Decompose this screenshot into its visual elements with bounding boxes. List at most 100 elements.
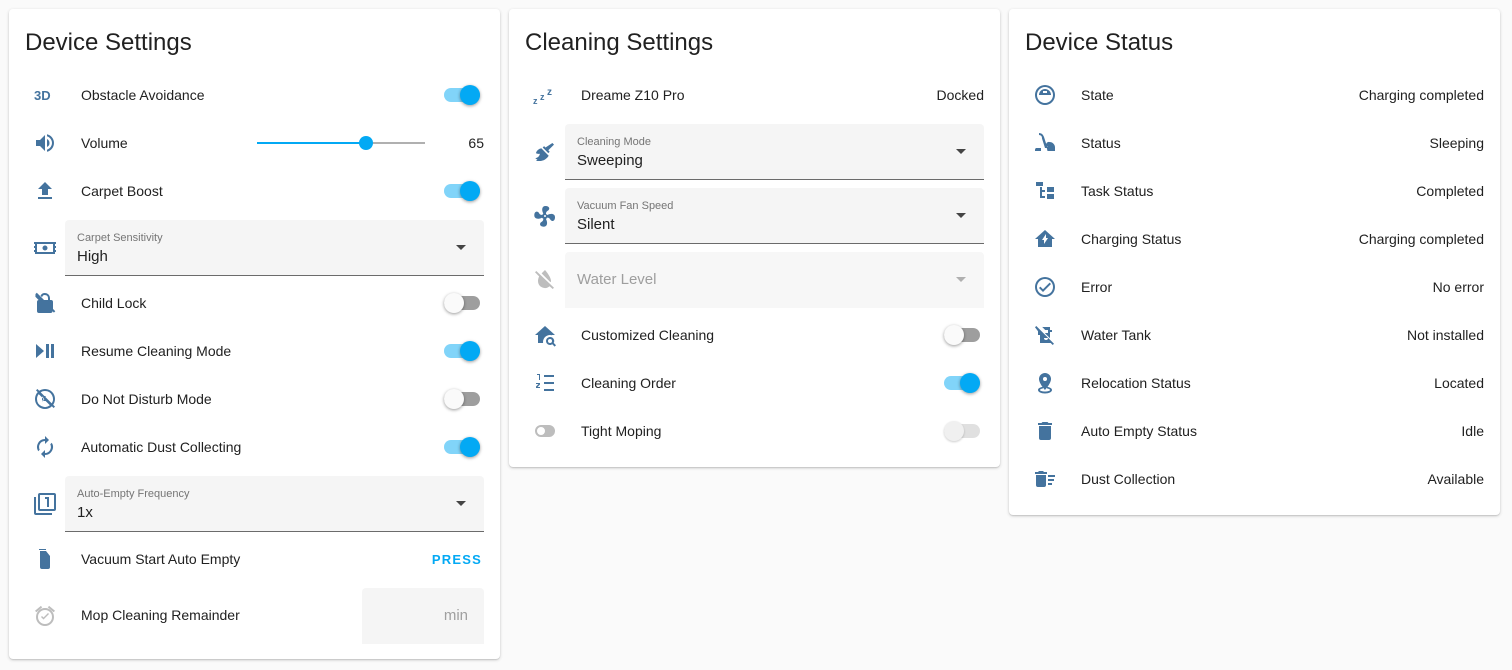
alarm-check-icon: [33, 604, 57, 628]
svg-text:z: z: [533, 96, 538, 106]
chevron-down-icon: [956, 213, 966, 218]
press-button[interactable]: PRESS: [432, 552, 482, 567]
status-row[interactable]: Water Tank Not installed: [1009, 311, 1500, 359]
child-lock-toggle[interactable]: [444, 293, 480, 313]
fan-speed-select[interactable]: Vacuum Fan Speed Silent: [565, 188, 984, 244]
auto-empty-frequency-field-label: Auto-Empty Frequency: [77, 488, 190, 500]
obstacle-avoidance-row: 3D Obstacle Avoidance: [9, 71, 500, 119]
file-tree-icon: [1033, 179, 1057, 203]
do-not-disturb-label: Do Not Disturb Mode: [81, 391, 212, 407]
device-settings-card: Device Settings 3D Obstacle Avoidance Vo…: [9, 9, 500, 659]
chevron-down-icon: [956, 277, 966, 282]
volume-icon: [33, 131, 57, 155]
status-value: Sleeping: [1429, 135, 1485, 151]
vacuum-cleaner-icon: [1033, 131, 1057, 155]
status-label: Dust Collection: [1081, 471, 1176, 487]
mop-cleaning-remainder-label: Mop Cleaning Remainder: [81, 607, 240, 623]
check-circle-icon: [1033, 275, 1057, 299]
status-label: Relocation Status: [1081, 375, 1191, 391]
upload-icon: [33, 179, 57, 203]
do-not-disturb-row: Do Not Disturb Mode: [9, 375, 500, 423]
auto-dust-toggle[interactable]: [444, 437, 480, 457]
fan-icon: [533, 204, 557, 228]
status-label: State: [1081, 87, 1114, 103]
tight-moping-row: Tight Moping: [509, 407, 1000, 455]
cleaning-settings-card: Cleaning Settings zzz Dreame Z10 Pro Doc…: [509, 9, 1000, 467]
fan-speed-row: Vacuum Fan Speed Silent: [509, 188, 1000, 244]
water-level-row: Water Level: [509, 252, 1000, 308]
robot-vacuum-icon: [1033, 83, 1057, 107]
device-name-label: Dreame Z10 Pro: [581, 87, 685, 103]
volume-slider[interactable]: [257, 136, 425, 150]
mop-cleaning-remainder-input[interactable]: min: [362, 588, 484, 644]
water-off-icon: [533, 268, 557, 292]
status-value: Located: [1434, 375, 1484, 391]
resume-cleaning-row: Resume Cleaning Mode: [9, 327, 500, 375]
chevron-down-icon: [456, 245, 466, 250]
status-value: Idle: [1461, 423, 1484, 439]
delete-icon: [1033, 419, 1057, 443]
child-lock-label: Child Lock: [81, 295, 147, 311]
auto-empty-frequency-select[interactable]: Auto-Empty Frequency 1x: [65, 476, 484, 532]
water-level-select: Water Level: [565, 252, 984, 308]
svg-text:3D: 3D: [34, 88, 51, 103]
carpet-boost-toggle[interactable]: [444, 181, 480, 201]
resume-cleaning-label: Resume Cleaning Mode: [81, 343, 232, 359]
status-label: Status: [1081, 135, 1121, 151]
status-value: Charging completed: [1358, 87, 1484, 103]
device-status-card: Device Status State Charging completed S…: [1009, 9, 1500, 515]
status-label: Auto Empty Status: [1081, 423, 1197, 439]
toggle-switch-icon: [533, 419, 557, 443]
minutes-suffix: min: [443, 607, 468, 624]
carpet-boost-label: Carpet Boost: [81, 183, 163, 199]
sleep-off-icon: [33, 387, 57, 411]
sleep-icon: zzz: [533, 83, 557, 107]
auto-dust-row: Automatic Dust Collecting: [9, 423, 500, 471]
order-numeric-icon: [533, 371, 557, 395]
cleaning-mode-select[interactable]: Cleaning Mode Sweeping: [565, 124, 984, 180]
status-label: Charging Status: [1081, 231, 1182, 247]
status-label: Error: [1081, 279, 1113, 295]
customized-cleaning-toggle[interactable]: [944, 325, 980, 345]
water-level-placeholder: Water Level: [577, 271, 657, 288]
status-value: Not installed: [1406, 327, 1484, 343]
obstacle-avoidance-toggle[interactable]: [444, 85, 480, 105]
carpet-sensitivity-field-label: Carpet Sensitivity: [77, 232, 163, 244]
cleaning-mode-field-label: Cleaning Mode: [577, 136, 651, 148]
auto-dust-label: Automatic Dust Collecting: [81, 439, 242, 455]
status-row[interactable]: State Charging completed: [1009, 71, 1500, 119]
cleaning-order-toggle[interactable]: [944, 373, 980, 393]
carpet-sensitivity-select[interactable]: Carpet Sensitivity High: [65, 220, 484, 276]
status-row[interactable]: Status Sleeping: [1009, 119, 1500, 167]
status-row[interactable]: Dust Collection Available: [1009, 455, 1500, 503]
status-label: Task Status: [1081, 183, 1154, 199]
volume-value: 65: [468, 135, 484, 151]
obstacle-avoidance-label: Obstacle Avoidance: [81, 87, 205, 103]
card-title: Device Settings: [25, 29, 192, 56]
mop-cleaning-remainder-row: Mop Cleaning Remainder min: [9, 588, 500, 644]
chevron-down-icon: [956, 149, 966, 154]
map-marker-icon: [1033, 371, 1057, 395]
carpet-boost-row: Carpet Boost: [9, 167, 500, 215]
home-search-icon: [533, 323, 557, 347]
status-value: Completed: [1416, 183, 1484, 199]
status-value: Available: [1427, 471, 1484, 487]
resume-cleaning-toggle[interactable]: [444, 341, 480, 361]
card-title: Cleaning Settings: [525, 29, 714, 56]
status-row[interactable]: Charging Status Charging completed: [1009, 215, 1500, 263]
carpet-sensitivity-value: High: [77, 248, 108, 265]
vacuum-start-auto-empty-label: Vacuum Start Auto Empty: [81, 551, 241, 567]
do-not-disturb-toggle[interactable]: [444, 389, 480, 409]
status-row[interactable]: Auto Empty Status Idle: [1009, 407, 1500, 455]
cleaning-mode-value: Sweeping: [577, 152, 643, 169]
status-row[interactable]: Error No error: [1009, 263, 1500, 311]
svg-text:z: z: [547, 87, 552, 98]
volume-slider-thumb[interactable]: [359, 136, 374, 150]
tight-moping-label: Tight Moping: [581, 423, 662, 439]
status-row[interactable]: Task Status Completed: [1009, 167, 1500, 215]
volume-row: Volume 65: [9, 119, 500, 167]
status-row[interactable]: Relocation Status Located: [1009, 359, 1500, 407]
volume-slider-fill: [257, 142, 367, 144]
svg-text:z: z: [540, 92, 545, 102]
status-value: No error: [1432, 279, 1484, 295]
